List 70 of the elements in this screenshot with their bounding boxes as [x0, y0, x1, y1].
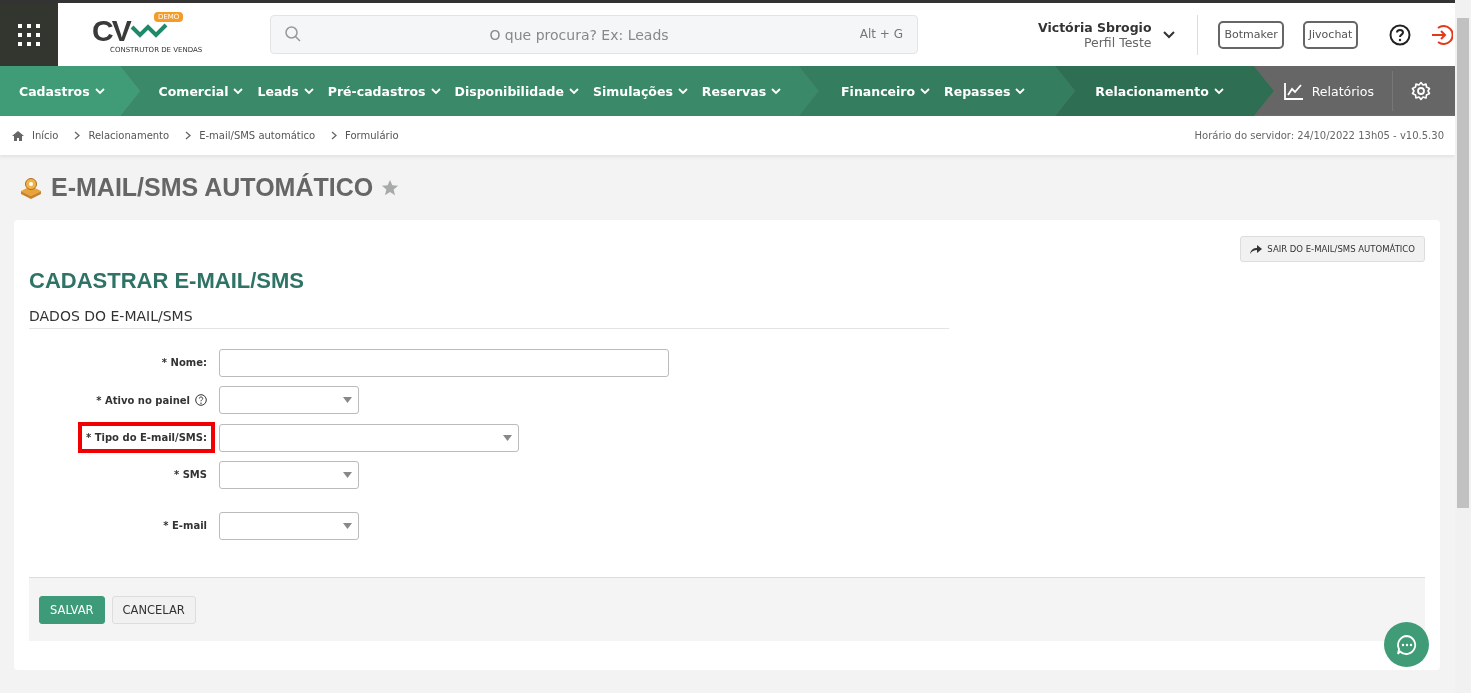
- chat-service-button[interactable]: Jivochat: [1302, 20, 1359, 49]
- reports-link[interactable]: Relatórios: [1283, 66, 1374, 116]
- nav-menu-item[interactable]: Simulações: [593, 83, 688, 99]
- settings-icon[interactable]: [1411, 81, 1431, 101]
- user-name: Victória Sbrogio: [1038, 19, 1152, 35]
- nav-menu-item[interactable]: Comercial: [158, 83, 244, 99]
- chevron-right-icon: [331, 131, 338, 140]
- caret-icon: [920, 87, 931, 95]
- field-label: * Ativo no painel: [88, 384, 215, 416]
- nav-menu-item[interactable]: Reservas: [701, 83, 782, 99]
- breadcrumb-link[interactable]: E-mail/SMS automático: [199, 130, 316, 141]
- box-gear-icon: [19, 175, 43, 200]
- caret-icon: [343, 471, 352, 478]
- cancel-button[interactable]: CANCELAR: [111, 595, 196, 624]
- caret-icon: [771, 87, 782, 95]
- caret-icon: [233, 87, 244, 95]
- home-icon: [12, 130, 24, 141]
- nav-menu-item[interactable]: Pré-cadastros: [327, 83, 441, 99]
- chat-service-button[interactable]: Botmaker: [1218, 20, 1284, 49]
- favorite-star-icon[interactable]: [381, 178, 400, 197]
- chat-bubble-icon: [1395, 633, 1418, 656]
- select-field[interactable]: [219, 460, 359, 489]
- caret-icon: [303, 87, 314, 95]
- share-arrow-icon: [1250, 244, 1263, 254]
- nav-menu-item[interactable]: Leads: [257, 83, 314, 99]
- nav-menu-item[interactable]: Financeiro: [841, 83, 931, 99]
- shortcut-hint: Alt + G: [859, 27, 903, 41]
- chevron-down-icon[interactable]: [1163, 30, 1176, 39]
- field-label: * SMS: [172, 468, 208, 482]
- text-input[interactable]: [219, 348, 669, 377]
- exit-button[interactable]: SAIR DO E-MAIL/SMS AUTOMÁTICO: [1240, 236, 1425, 262]
- caret-icon: [1213, 87, 1224, 95]
- apps-grid-button[interactable]: [0, 3, 58, 66]
- scrollbar[interactable]: [1455, 0, 1471, 693]
- breadcrumb-link[interactable]: Formulário: [345, 130, 399, 141]
- caret-icon: [569, 87, 579, 95]
- help-icon[interactable]: [1389, 23, 1412, 46]
- breadcrumb-link[interactable]: Relacionamento: [88, 130, 170, 141]
- logout-icon[interactable]: [1431, 23, 1454, 46]
- nav-menu-item[interactable]: Repasses: [944, 83, 1026, 99]
- field-label: * Nome:: [160, 356, 208, 370]
- caret-icon: [503, 434, 512, 441]
- search-icon: [285, 26, 301, 42]
- caret-icon: [677, 87, 688, 95]
- select-field[interactable]: [219, 423, 519, 452]
- grid-icon: [17, 22, 41, 47]
- field-label: * E-mail: [162, 519, 208, 533]
- logo-letters: CV: [92, 15, 130, 46]
- select-field[interactable]: [219, 386, 359, 414]
- caret-icon: [343, 397, 352, 403]
- breadcrumb-link[interactable]: Início: [32, 130, 59, 141]
- caret-icon: [430, 87, 441, 95]
- caret-icon: [1015, 87, 1026, 95]
- user-profile: Perfil Teste: [1083, 34, 1152, 50]
- chevron-right-icon: [74, 131, 81, 140]
- section-heading: DADOS DO E-MAIL/SMS: [29, 308, 949, 329]
- field-label: * Tipo do E-mail/SMS:: [78, 422, 215, 453]
- nav-menu-item[interactable]: Cadastros: [19, 83, 105, 99]
- save-button[interactable]: SALVAR: [39, 595, 105, 624]
- line-chart-icon: [1283, 82, 1304, 100]
- page-title: E-MAIL/SMS AUTOMÁTICO: [51, 173, 374, 202]
- nav-menu-item[interactable]: Relacionamento: [1095, 83, 1224, 99]
- form-title: CADASTRAR E-MAIL/SMS: [29, 268, 305, 295]
- help-icon[interactable]: [195, 394, 207, 406]
- server-time: Horário do servidor: 24/10/2022 13h05 - v10.5.30: [1194, 130, 1444, 141]
- caret-icon: [343, 522, 352, 529]
- caret-icon: [94, 87, 105, 95]
- select-field[interactable]: [219, 511, 359, 540]
- nav-menu-item[interactable]: Disponibilidade: [454, 83, 579, 99]
- chevron-right-icon: [185, 131, 192, 140]
